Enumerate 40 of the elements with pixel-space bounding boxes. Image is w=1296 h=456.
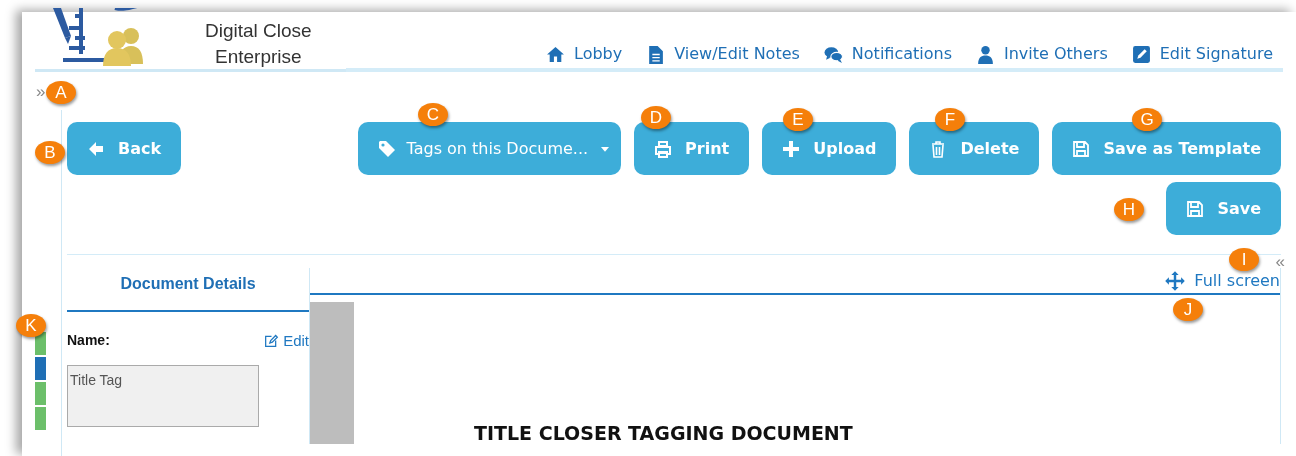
tag-icon <box>377 139 396 158</box>
plus-icon <box>782 139 801 158</box>
callout-badge: G <box>1132 108 1162 131</box>
pencil-square-icon <box>1131 44 1151 64</box>
app-name: Digital Close <box>205 19 312 43</box>
callout-badge: J <box>1173 298 1203 321</box>
nav-link[interactable]: Invite Others <box>976 43 1108 65</box>
expand-toggle[interactable]: » <box>36 84 46 100</box>
full-screen-link[interactable]: Full screen <box>1164 269 1280 292</box>
edit-icon <box>264 332 280 348</box>
user-icon <box>976 44 995 64</box>
nav-link[interactable]: Lobby <box>546 43 623 65</box>
action-button[interactable]: Back <box>67 122 182 175</box>
callout-badge: F <box>935 108 965 131</box>
action-button[interactable]: Save <box>1166 182 1281 235</box>
callout-badge: I <box>1229 248 1259 271</box>
callout-badge: H <box>1114 198 1144 221</box>
home-icon <box>546 44 565 64</box>
collapse-toggle[interactable]: « <box>1275 255 1285 268</box>
action-button[interactable]: Print <box>634 122 750 175</box>
chat-bubbles-icon <box>823 44 843 64</box>
edit-link[interactable]: Edit <box>264 331 309 349</box>
app-name: Enterprise <box>215 45 302 69</box>
document-icon <box>646 44 666 64</box>
tab[interactable]: Document Details <box>110 269 266 299</box>
nav-link[interactable]: Edit Signature <box>1131 43 1273 65</box>
callout-badge: E <box>783 108 813 131</box>
field-label: Name: <box>67 332 110 348</box>
callout-badge: D <box>641 106 671 129</box>
nav-link[interactable]: Notifications <box>823 43 952 65</box>
callout-badge: K <box>16 314 46 337</box>
nav-link[interactable]: View/Edit Notes <box>646 43 800 65</box>
callout-badge: B <box>35 141 65 164</box>
callout-badge: C <box>418 103 448 126</box>
tags-dropdown[interactable]: Tags on this Docume... <box>357 122 622 175</box>
callout-badge: A <box>46 81 76 104</box>
document-title: TITLE CLOSER TAGGING DOCUMENT <box>474 422 853 444</box>
printer-icon <box>654 139 673 158</box>
name-field[interactable]: Title Tag <box>67 365 259 427</box>
move-arrows-icon <box>1164 269 1187 292</box>
